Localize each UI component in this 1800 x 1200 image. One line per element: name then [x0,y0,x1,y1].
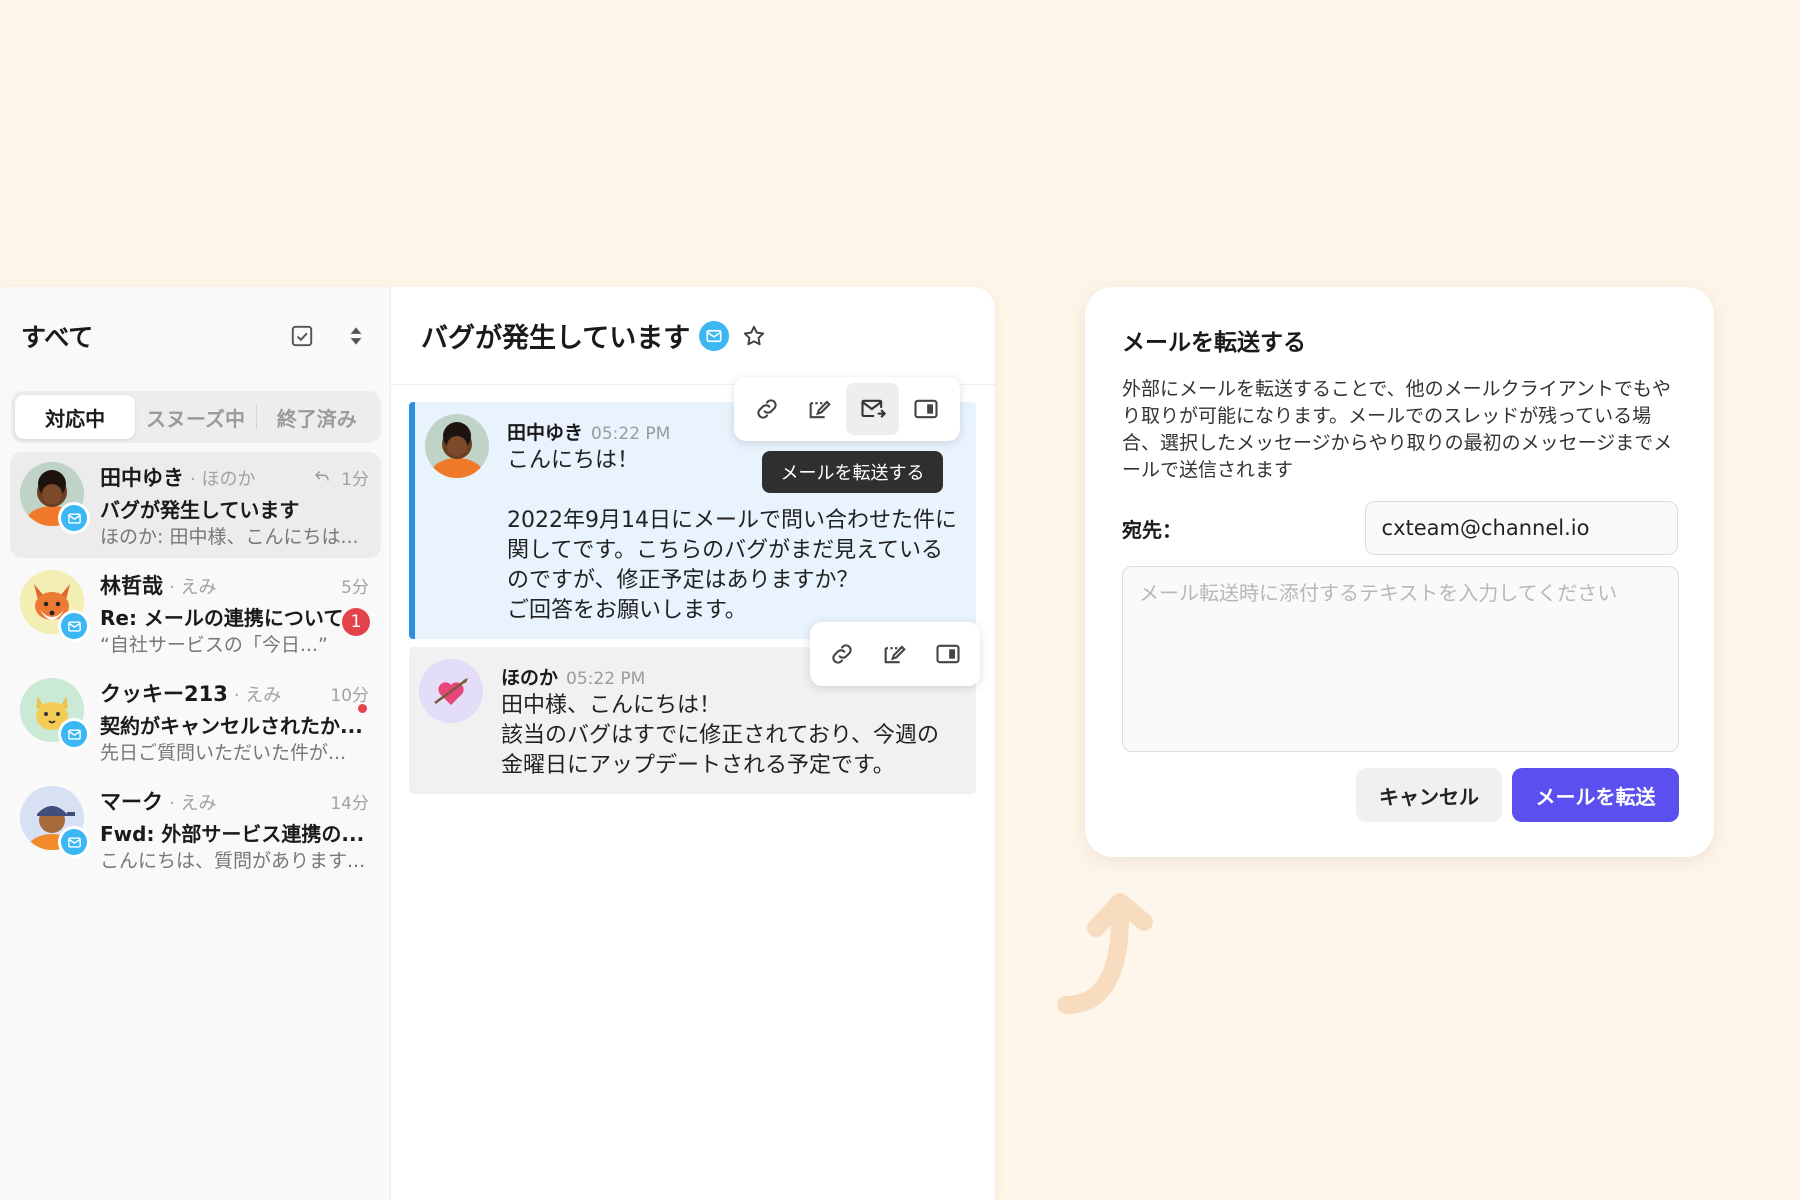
unread-count-badge: 1 [342,608,370,636]
dialog-description: 外部にメールを転送することで、他のメールクライアントでもやり取りが可能になります… [1122,378,1673,481]
conversation-time: 5分 [341,578,369,598]
unread-dot [358,704,367,713]
list-item[interactable]: 田中ゆき · ほのか 1分 バグが発生しています ほのか: 田中様、こんにちは.… [10,452,381,558]
dialog-title: メールを転送する [1122,330,1306,356]
star-icon[interactable] [741,323,767,349]
conversation-time: 1分 [341,470,369,490]
message-text: 田中様、こんにちは！ 該当のバグはすでに修正されており、今週の 金曜日にアップデ… [501,693,940,778]
assignee-name: · えみ [233,685,282,706]
reply-icon [315,470,329,481]
dialog-actions: キャンセル メールを転送 [1122,768,1679,822]
email-channel-icon [699,320,730,351]
edit-note-button[interactable] [793,383,846,435]
conversation-preview: “自社サービスの「今日...” [100,634,328,656]
avatar [20,570,90,642]
message-author: 田中ゆき [507,422,584,444]
contact-name: クッキー213 [100,682,228,706]
tab-closed[interactable]: 終了済み [257,395,377,439]
avatar [419,659,483,723]
contact-name: 林哲哉 [100,574,163,598]
avatar [20,462,90,534]
message-author: ほのか [501,667,559,689]
recipient-email-field[interactable] [1364,501,1678,555]
copy-link-button[interactable] [816,628,869,680]
forward-email-button[interactable] [846,383,899,435]
assignee-name: · えみ [169,793,217,814]
email-channel-badge [58,610,90,642]
email-channel-badge [58,826,90,858]
conversation-preview: ほのか: 田中様、こんにちは... [100,526,359,548]
tab-in-progress[interactable]: 対応中 [15,395,136,439]
sidebar-title: すべて [21,323,94,352]
email-channel-badge [58,502,90,534]
conversation-time: 10分 [330,686,369,706]
contact-name: 田中ゆき [100,466,184,490]
avatar [20,678,90,750]
avatar [20,786,90,858]
copy-link-button[interactable] [740,383,793,435]
mail-forward-icon [860,399,886,418]
message-action-toolbar [810,622,980,686]
message-time: 05:22 PM [566,669,646,689]
curved-arrow-icon [1057,893,1153,1014]
forward-email-submit-button[interactable]: メールを転送 [1512,768,1679,822]
side-panel-button[interactable] [921,628,974,680]
link-icon [832,644,852,664]
tab-snoozed[interactable]: スヌーズ中 [135,395,255,439]
message-time: 05:22 PM [591,424,671,444]
conversation-subject: 契約がキャンセルされたか... [100,714,363,738]
side-panel-icon [913,399,938,419]
conversation-list: 田中ゆき · ほのか 1分 バグが発生しています ほのか: 田中様、こんにちは.… [0,452,390,882]
assignee-name: · ほのか [190,469,256,490]
avatar [425,414,489,478]
conversation-time: 14分 [330,794,369,814]
email-channel-badge [58,718,90,750]
contact-name: マーク [100,790,163,814]
list-item[interactable]: 林哲哉 · えみ 5分 Re: メールの連携について “自社サービスの「今日..… [10,560,381,666]
forward-tooltip: メールを転送する [762,451,943,493]
edit-icon [884,645,906,664]
assignee-name: · えみ [169,577,217,598]
edit-note-button[interactable] [869,628,922,680]
side-panel-button[interactable] [899,383,952,435]
recipient-row: 宛先： [1122,501,1678,555]
forward-email-dialog: メールを転送する 外部にメールを転送することで、他のメールクライアントでもやり取… [1085,287,1714,857]
message-action-toolbar [734,377,960,441]
sidebar-header: すべて [0,287,390,385]
conversation-subject: Re: メールの連携について [100,606,344,630]
sort-icon[interactable] [342,322,370,350]
status-tabs: 対応中 スヌーズ中 終了済み [11,391,381,443]
cancel-button[interactable]: キャンセル [1356,768,1502,822]
conversation-preview: 先日ご質問いただいた件が... [100,742,347,764]
thread-title: バグが発生しています [421,323,691,354]
select-checkbox-icon[interactable] [288,322,316,350]
conversation-subject: Fwd: 外部サービス連携の... [100,822,365,846]
thread-header: バグが発生しています [391,287,995,385]
conversation-sidebar: すべて 対応中 スヌーズ中 終了済み 田中ゆき · ほのか 1分 バグが発生して… [0,287,391,1200]
list-item[interactable]: マーク · えみ 14分 Fwd: 外部サービス連携の... こんにちは、質問が… [10,776,381,882]
side-panel-icon [936,644,960,664]
conversation-preview: こんにちは、質問があります... [100,850,366,872]
conversation-subject: バグが発生しています [100,498,300,522]
recipient-label: 宛先： [1122,517,1182,542]
edit-icon [809,400,831,419]
forward-note-textarea[interactable] [1122,566,1679,752]
link-icon [756,399,777,419]
thread-panel: バグが発生しています 田中ゆき 05:22 PM こんにちは！ 2022年9月1… [391,287,995,1200]
inbox-window: すべて 対応中 スヌーズ中 終了済み 田中ゆき · ほのか 1分 バグが発生して… [0,287,995,1200]
list-item[interactable]: クッキー213 · えみ 10分 契約がキャンセルされたか... 先日ご質問いた… [10,668,381,774]
